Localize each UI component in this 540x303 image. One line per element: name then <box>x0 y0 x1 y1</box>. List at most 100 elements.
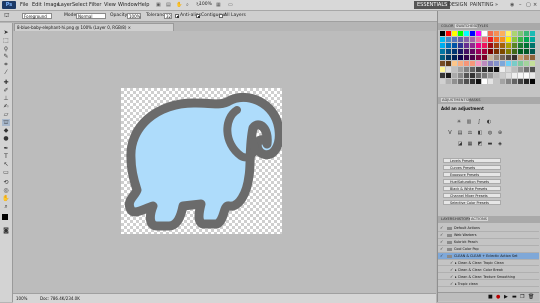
swatch[interactable] <box>500 31 505 36</box>
swatch[interactable] <box>494 37 499 42</box>
zoom-tool-icon[interactable]: ⌕ <box>2 203 10 210</box>
swatch[interactable] <box>488 79 493 84</box>
swatch[interactable] <box>500 67 505 72</box>
preset-levels[interactable]: Levels Presets <box>443 158 501 163</box>
close-icon[interactable]: × <box>533 1 537 9</box>
trash-icon[interactable]: 🗑 <box>528 294 534 300</box>
3d-orbit-tool-icon[interactable]: ◎ <box>2 187 10 194</box>
swatch[interactable] <box>470 49 475 54</box>
marquee-tool-icon[interactable]: ⬚ <box>2 37 10 44</box>
swatch[interactable] <box>518 49 523 54</box>
swatch[interactable] <box>518 67 523 72</box>
swatch[interactable] <box>494 43 499 48</box>
invert-icon[interactable]: ◪ <box>457 141 463 147</box>
preset-selective-color[interactable]: Selective Color Presets <box>443 200 501 205</box>
swatch[interactable] <box>470 37 475 42</box>
check-icon[interactable]: ✓ <box>450 282 454 286</box>
stop-icon[interactable]: ■ <box>488 294 493 300</box>
swatch[interactable] <box>524 67 529 72</box>
record-icon[interactable]: ● <box>496 294 500 300</box>
antialias-checkbox[interactable] <box>175 14 179 18</box>
swatch[interactable] <box>452 49 457 54</box>
workspace-painting[interactable]: PAINTING <box>470 1 493 9</box>
swatch[interactable] <box>452 31 457 36</box>
tab-styles[interactable]: STYLES <box>475 24 488 28</box>
all-layers-checkbox[interactable] <box>219 14 223 18</box>
action-row[interactable]: ✓ ▸ Clean & Clear: Tropic Clean <box>438 260 539 266</box>
tab-masks[interactable]: MASKS <box>468 98 480 102</box>
swatch[interactable] <box>446 37 451 42</box>
swatch[interactable] <box>488 37 493 42</box>
swatch[interactable] <box>530 73 535 78</box>
swatch[interactable] <box>530 31 535 36</box>
menu-select[interactable]: Select <box>72 2 87 8</box>
swatch[interactable] <box>512 55 517 60</box>
check-icon[interactable]: ✓ <box>440 247 444 251</box>
black-white-icon[interactable]: ◧ <box>477 130 483 136</box>
workspace-essentials[interactable]: ESSENTIALS <box>414 1 451 9</box>
swatch[interactable] <box>476 61 481 66</box>
swatch[interactable] <box>452 79 457 84</box>
menu-help[interactable]: Help <box>138 2 149 8</box>
workspace-more[interactable]: » <box>495 1 498 9</box>
swatch[interactable] <box>524 43 529 48</box>
swatch[interactable] <box>482 67 487 72</box>
swatch[interactable] <box>500 43 505 48</box>
healing-brush-tool-icon[interactable]: ✚ <box>2 79 10 86</box>
swatch[interactable] <box>452 37 457 42</box>
swatch[interactable] <box>476 37 481 42</box>
swatch[interactable] <box>476 31 481 36</box>
swatch[interactable] <box>488 49 493 54</box>
swatch[interactable] <box>458 49 463 54</box>
check-icon[interactable]: ✓ <box>440 254 444 258</box>
new-action-icon[interactable]: ❐ <box>520 294 524 300</box>
swatch[interactable] <box>530 79 535 84</box>
swatch[interactable] <box>500 49 505 54</box>
check-icon[interactable]: ✓ <box>450 261 454 265</box>
menu-view[interactable]: View <box>104 2 116 8</box>
swatch[interactable] <box>440 43 445 48</box>
swatch[interactable] <box>452 67 457 72</box>
swatch[interactable] <box>512 61 517 66</box>
swatch[interactable] <box>464 79 469 84</box>
hue-saturation-icon[interactable]: ▤ <box>457 130 463 136</box>
swatch[interactable] <box>482 73 487 78</box>
preset-hue-saturation[interactable]: Hue/Saturation Presets <box>443 179 501 184</box>
swatch[interactable] <box>524 61 529 66</box>
swatch[interactable] <box>476 79 481 84</box>
swatch[interactable] <box>464 31 469 36</box>
preset-black-white[interactable]: Black & White Presets <box>443 186 501 191</box>
swatch[interactable] <box>500 79 505 84</box>
check-icon[interactable]: ✓ <box>440 226 444 230</box>
swatch[interactable] <box>524 55 529 60</box>
swatch[interactable] <box>440 67 445 72</box>
swatch[interactable] <box>440 73 445 78</box>
swatch[interactable] <box>488 61 493 66</box>
swatch[interactable] <box>488 67 493 72</box>
zoom-icon[interactable]: ⌕ <box>186 2 189 8</box>
mini-bridge-icon[interactable]: ▤ <box>166 2 171 8</box>
preset-curves[interactable]: Curves Presets <box>443 165 501 170</box>
swatch[interactable] <box>482 37 487 42</box>
swatch[interactable] <box>446 43 451 48</box>
check-icon[interactable]: ✓ <box>450 268 454 272</box>
swatch[interactable] <box>494 61 499 66</box>
swatch[interactable] <box>476 67 481 72</box>
history-brush-tool-icon[interactable]: ✍ <box>2 103 10 110</box>
contiguous-checkbox[interactable] <box>196 14 200 18</box>
swatch[interactable] <box>482 49 487 54</box>
swatch[interactable] <box>470 43 475 48</box>
dodge-tool-icon[interactable]: ● <box>2 135 10 142</box>
shape-tool-icon[interactable]: ▭ <box>2 169 10 176</box>
arrange-documents-icon[interactable]: ▦ <box>216 2 221 8</box>
swatch[interactable] <box>452 61 457 66</box>
swatch[interactable] <box>494 31 499 36</box>
swatch[interactable] <box>530 43 535 48</box>
quick-select-tool-icon[interactable]: ✎ <box>2 53 10 60</box>
swatch[interactable] <box>524 31 529 36</box>
swatch[interactable] <box>506 49 511 54</box>
swatch[interactable] <box>518 43 523 48</box>
swatch[interactable] <box>530 61 535 66</box>
check-icon[interactable]: ✓ <box>450 275 454 279</box>
swatch[interactable] <box>512 79 517 84</box>
